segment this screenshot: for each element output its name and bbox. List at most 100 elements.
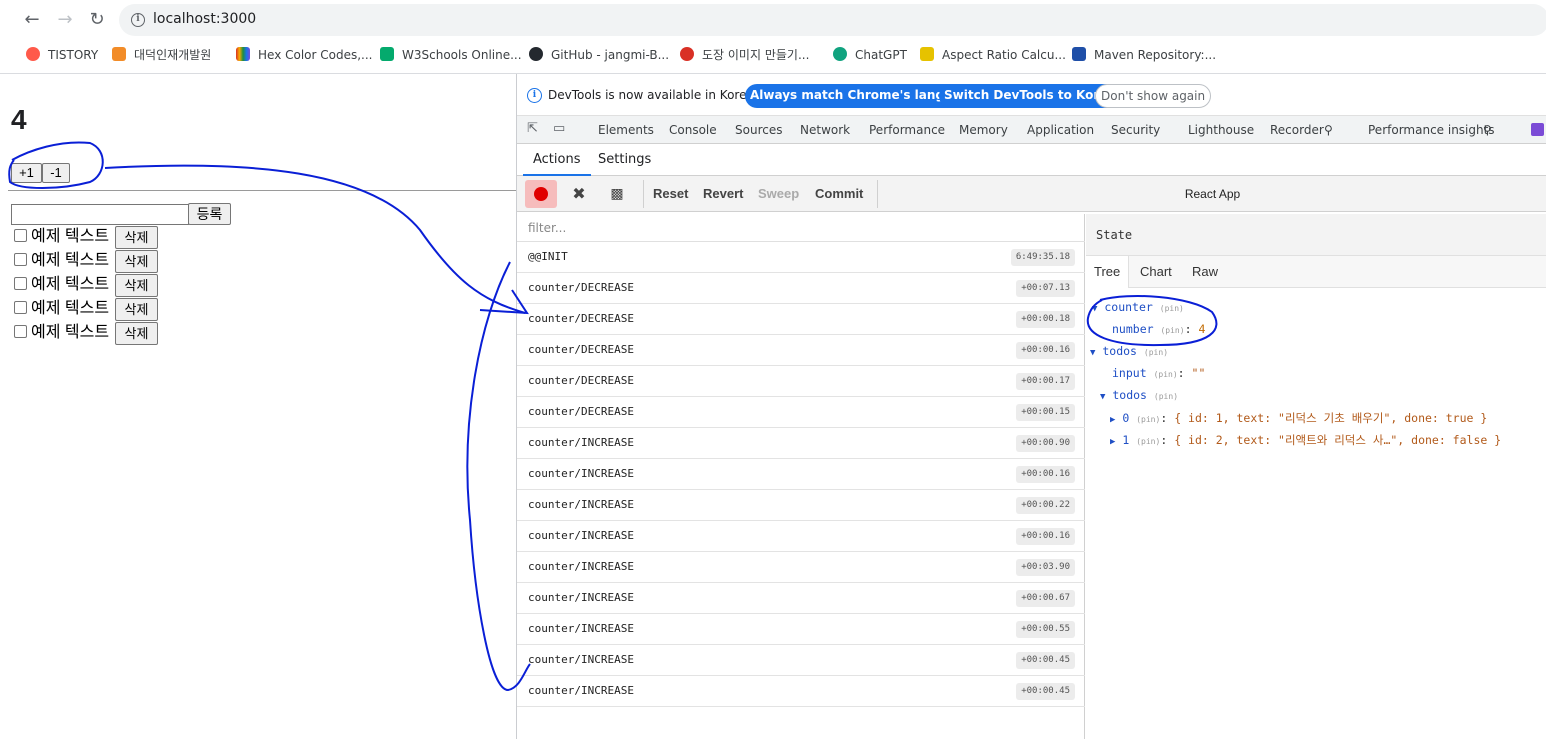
pin-icon[interactable]: ✖ <box>563 180 595 208</box>
url-text: localhost:3000 <box>153 11 257 27</box>
chatgpt-icon <box>833 47 847 61</box>
tab-raw[interactable]: Raw <box>1184 256 1226 288</box>
lock-icon[interactable]: ▩ <box>601 180 633 208</box>
todo-item: 예제 텍스트 <box>14 250 109 272</box>
tab-chart[interactable]: Chart <box>1132 256 1180 288</box>
action-row[interactable]: counter/DECREASE +00:00.17 <box>517 366 1085 397</box>
instance-selector[interactable]: React App <box>877 180 1546 208</box>
tab-tree[interactable]: Tree <box>1086 256 1130 288</box>
expand-arrow-icon: ▼ <box>1092 304 1098 314</box>
tab-security[interactable]: Security <box>1111 123 1160 137</box>
record-icon <box>534 187 548 201</box>
action-row[interactable]: counter/INCREASE +00:00.45 <box>517 676 1085 707</box>
info-icon: i <box>527 88 542 103</box>
tab-lighthouse[interactable]: Lighthouse <box>1188 123 1254 137</box>
action-row[interactable]: counter/INCREASE +00:00.22 <box>517 490 1085 521</box>
bookmark-tistory[interactable]: TISTORY <box>26 46 98 64</box>
sweep-button[interactable]: Sweep <box>750 180 807 208</box>
action-row[interactable]: @@INIT 6:49:35.18 <box>517 242 1085 273</box>
tab-elements[interactable]: Elements <box>598 123 654 137</box>
action-row[interactable]: counter/INCREASE +00:00.16 <box>517 459 1085 490</box>
address-bar[interactable]: i localhost:3000 <box>119 4 1546 36</box>
action-row[interactable]: counter/DECREASE +00:00.18 <box>517 304 1085 335</box>
dont-show-button[interactable]: Don't show again <box>1095 84 1212 108</box>
tree-node-item-1[interactable]: ▶ 1 (pin): { id: 2, text: "리액트와 리덕스 사…",… <box>1110 432 1501 448</box>
delete-button[interactable]: 삭제 <box>115 322 158 345</box>
todo-input[interactable] <box>11 204 189 225</box>
bookmark-aspect-ratio[interactable]: Aspect Ratio Calcu... <box>920 46 1066 64</box>
action-row[interactable]: counter/DECREASE +00:00.15 <box>517 397 1085 428</box>
bookmark-maven[interactable]: Maven Repository:... <box>1072 46 1216 64</box>
tab-network[interactable]: Network <box>800 123 850 137</box>
devtools-tab-bar: ⇱ ▭ Elements Console Sources Network Per… <box>517 116 1546 144</box>
inspect-icon[interactable]: ⇱ <box>527 122 543 136</box>
redux-icon[interactable] <box>1531 123 1544 136</box>
action-row[interactable]: counter/INCREASE +00:00.55 <box>517 614 1085 645</box>
bookmark-github[interactable]: GitHub - jangmi-B... <box>529 46 669 64</box>
bookmark-daedeok[interactable]: 대덕인재개발원 <box>112 46 211 64</box>
stamp-icon <box>680 47 694 61</box>
delete-button[interactable]: 삭제 <box>115 274 158 297</box>
action-row[interactable]: counter/DECREASE +00:07.13 <box>517 273 1085 304</box>
record-button[interactable] <box>525 180 557 208</box>
bookmark-w3schools[interactable]: W3Schools Online... <box>380 46 522 64</box>
device-toolbar-icon[interactable]: ▭ <box>553 122 569 136</box>
action-row[interactable]: counter/INCREASE +00:00.67 <box>517 583 1085 614</box>
tab-recorder[interactable]: Recorder <box>1270 123 1324 137</box>
tab-performance[interactable]: Performance <box>869 123 945 137</box>
tistory-icon <box>26 47 40 61</box>
info-icon[interactable]: i <box>131 13 145 27</box>
commit-button[interactable]: Commit <box>807 180 871 208</box>
devtools-panel: i DevTools is now available in Korean! A… <box>516 74 1546 739</box>
tab-console[interactable]: Console <box>669 123 717 137</box>
tree-node-counter[interactable]: ▼ counter (pin) <box>1092 300 1184 314</box>
tab-sources[interactable]: Sources <box>735 123 782 137</box>
decrease-button[interactable]: -1 <box>42 163 70 183</box>
bookmarks-bar: TISTORY 대덕인재개발원 Hex Color Codes,... W3Sc… <box>0 42 1546 68</box>
language-banner: i DevTools is now available in Korean! A… <box>517 74 1546 116</box>
tab-application[interactable]: Application <box>1027 123 1094 137</box>
action-row[interactable]: counter/INCREASE +00:00.45 <box>517 645 1085 676</box>
bookmark-hex-color[interactable]: Hex Color Codes,... <box>236 46 373 64</box>
todo-checkbox[interactable] <box>14 325 27 338</box>
tree-node-input: input (pin): "" <box>1112 366 1206 380</box>
delete-button[interactable]: 삭제 <box>115 250 158 273</box>
action-row[interactable]: counter/DECREASE +00:00.16 <box>517 335 1085 366</box>
increase-button[interactable]: +1 <box>11 163 42 183</box>
tree-node-todos[interactable]: ▼ todos (pin) <box>1090 344 1168 358</box>
tree-node-item-0[interactable]: ▶ 0 (pin): { id: 1, text: "리덕스 기초 배우기", … <box>1110 410 1487 426</box>
todo-item: 예제 텍스트 <box>14 298 109 320</box>
todo-checkbox[interactable] <box>14 253 27 266</box>
nav-row: ← → ↻ i localhost:3000 <box>0 0 1546 40</box>
subtab-settings[interactable]: Settings <box>598 152 651 167</box>
action-row[interactable]: counter/INCREASE +00:03.90 <box>517 552 1085 583</box>
collapsed-arrow-icon: ▶ <box>1110 415 1116 425</box>
back-icon[interactable]: ← <box>20 8 44 32</box>
state-inspector: State Tree Chart Raw ▼ counter (pin) num… <box>1086 214 1546 739</box>
reset-button[interactable]: Reset <box>645 180 696 208</box>
subtab-actions[interactable]: Actions <box>523 152 591 176</box>
collapsed-arrow-icon: ▶ <box>1110 437 1116 447</box>
actions-list: filter... @@INIT 6:49:35.18 counter/DECRE… <box>517 214 1085 739</box>
toolbar-separator <box>643 180 644 208</box>
bookmark-stamp[interactable]: 도장 이미지 만들기... <box>680 46 809 64</box>
action-row[interactable]: counter/INCREASE +00:00.90 <box>517 428 1085 459</box>
delete-button[interactable]: 삭제 <box>115 226 158 249</box>
tree-node-todos-list[interactable]: ▼ todos (pin) <box>1100 388 1178 402</box>
flask-icon: ⚲ <box>1483 123 1492 137</box>
todo-checkbox[interactable] <box>14 229 27 242</box>
todo-item: 예제 텍스트 <box>14 274 109 296</box>
todo-checkbox[interactable] <box>14 301 27 314</box>
reload-icon[interactable]: ↻ <box>85 8 109 32</box>
tab-memory[interactable]: Memory <box>959 123 1008 137</box>
todo-checkbox[interactable] <box>14 277 27 290</box>
revert-button[interactable]: Revert <box>695 180 751 208</box>
forward-icon[interactable]: → <box>53 8 77 32</box>
submit-button[interactable]: 등록 <box>188 203 231 225</box>
delete-button[interactable]: 삭제 <box>115 298 158 321</box>
browser-chrome: ← → ↻ i localhost:3000 TISTORY 대덕인재개발원 H… <box>0 0 1546 74</box>
filter-input[interactable]: filter... <box>517 214 1085 242</box>
action-row[interactable]: counter/INCREASE +00:00.16 <box>517 521 1085 552</box>
bookmark-chatgpt[interactable]: ChatGPT <box>833 46 907 64</box>
tab-performance-insights[interactable]: Performance insights <box>1368 123 1495 137</box>
